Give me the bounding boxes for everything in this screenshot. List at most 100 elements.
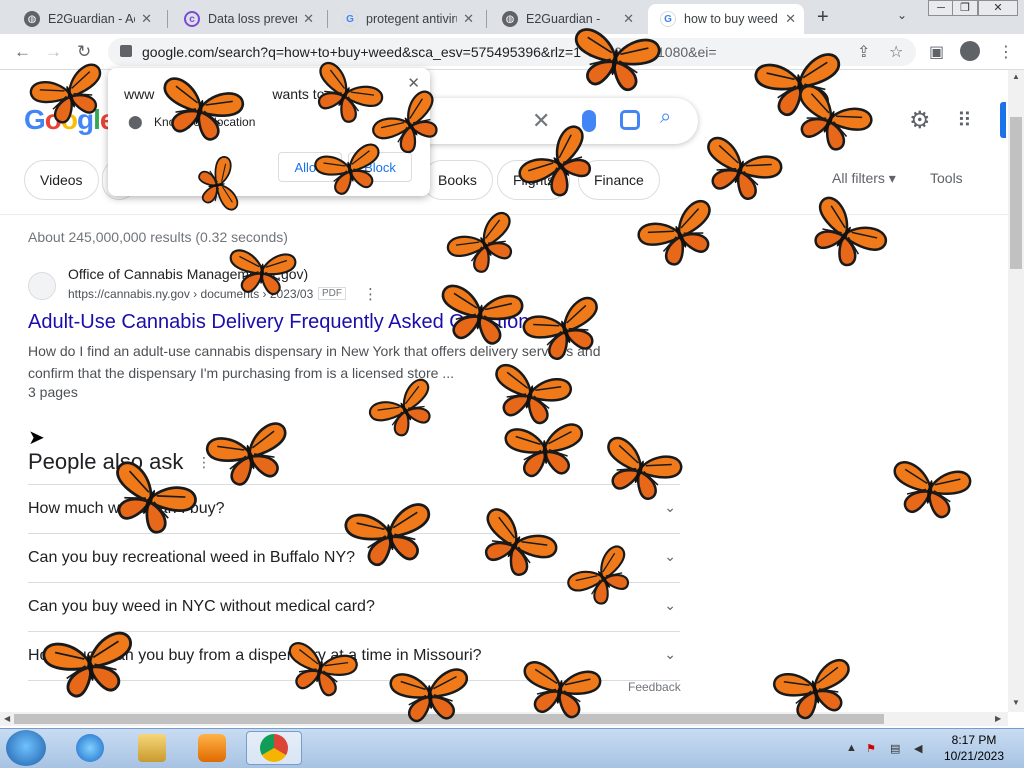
google-lens-icon[interactable] [620, 110, 640, 130]
block-button[interactable]: Block [348, 152, 412, 182]
clock-date: 10/21/2023 [943, 749, 1005, 763]
taskbar-internet-explorer[interactable] [62, 731, 118, 765]
tray-network-icon[interactable]: ▤ [890, 742, 900, 755]
paa-question-text: How much weed can I buy? [28, 500, 225, 517]
gear-icon[interactable]: ⚙ [909, 106, 931, 135]
tray-flag-icon[interactable]: ⚑ [866, 742, 876, 755]
tab-protegent[interactable]: G protegent antiviru ✕ [330, 4, 482, 34]
taskbar-file-explorer[interactable] [124, 731, 180, 765]
taskbar-clock[interactable]: 8:17 PM 10/21/2023 [936, 732, 1012, 764]
close-icon[interactable]: ✕ [785, 11, 796, 27]
globe-icon: ◍ [24, 11, 40, 27]
paa-question[interactable]: How much weed can I buy? ⌄ [28, 484, 680, 533]
allow-button[interactable]: Allow [278, 152, 342, 182]
paa-divider [28, 680, 680, 681]
result-more-icon[interactable]: ⋮ [363, 285, 378, 303]
google-icon: G [342, 11, 358, 27]
share-icon[interactable]: ⇪ [857, 42, 870, 62]
result-stats: About 245,000,000 results (0.32 seconds) [28, 229, 288, 245]
result-site-name[interactable]: Office of Cannabis Management (.gov) [68, 266, 308, 282]
forward-icon[interactable]: → [45, 42, 62, 62]
start-button[interactable] [6, 730, 46, 766]
result-url[interactable]: https://cannabis.ny.gov › documents › 20… [68, 287, 313, 301]
clear-search-icon[interactable]: ✕ [532, 108, 550, 134]
kebab-menu-icon[interactable]: ⋮ [998, 42, 1014, 62]
back-icon[interactable]: ← [14, 42, 31, 62]
all-filters-button[interactable]: All filters ▾ [832, 170, 896, 187]
close-icon[interactable]: ✕ [141, 11, 152, 27]
reload-icon[interactable]: ↻ [77, 42, 91, 62]
tab-e2guardian-1[interactable]: ◍ E2Guardian - Acce ✕ [12, 4, 160, 34]
paa-question[interactable]: Can you buy recreational weed in Buffalo… [28, 533, 680, 582]
location-pin-icon: ⬤ [128, 114, 143, 129]
microphone-icon[interactable] [582, 110, 596, 132]
tab-e2guardian-2[interactable]: ◍ E2Guardian - ✕ [490, 4, 642, 34]
header-divider [0, 214, 1008, 215]
feedback-link[interactable]: Feedback [628, 680, 681, 694]
tab-divider [167, 10, 168, 28]
popup-title-prefix: www [124, 86, 155, 102]
close-icon[interactable]: ✕ [463, 11, 474, 27]
chip-finance[interactable]: Finance [578, 160, 660, 200]
close-window-button[interactable]: ✕ [978, 0, 1018, 16]
paa-question[interactable]: Can you buy weed in NYC without medical … [28, 582, 680, 631]
tab-how-to-buy-weed[interactable]: G how to buy weed ✕ [648, 4, 804, 34]
close-icon[interactable]: ✕ [407, 74, 420, 92]
paa-question-text: Can you buy recreational weed in Buffalo… [28, 549, 356, 566]
scroll-right-arrow-icon[interactable]: ▶ [995, 714, 1001, 723]
scroll-up-arrow-icon[interactable]: ▲ [1012, 72, 1020, 81]
new-tab-button[interactable]: + [817, 6, 829, 29]
scroll-down-arrow-icon[interactable]: ▼ [1012, 698, 1020, 707]
globe-icon: ◍ [502, 11, 518, 27]
bookmark-star-icon[interactable]: ☆ [889, 42, 903, 62]
mouse-cursor-icon: ➤ [28, 427, 45, 449]
vertical-scroll-thumb[interactable] [1010, 117, 1022, 269]
chip-flights[interactable]: Flights [497, 160, 571, 200]
search-icon[interactable]: ⌕ [660, 106, 671, 129]
result-title-link[interactable]: Adult-Use Cannabis Delivery Frequently A… [28, 311, 539, 334]
sign-in-button[interactable] [1000, 102, 1006, 138]
media-player-icon [198, 734, 226, 762]
address-url-tail: US1080US1080&ei= [586, 44, 717, 60]
site-favicon [28, 272, 56, 300]
clock-time: 8:17 PM [951, 733, 997, 747]
paa-question[interactable]: How much can you buy from a dispensary a… [28, 631, 680, 680]
google-icon: G [660, 11, 676, 27]
lock-icon [120, 45, 132, 57]
tab-divider [486, 10, 487, 28]
horizontal-scroll-thumb[interactable] [14, 714, 884, 724]
chevron-down-icon: ⌄ [664, 597, 676, 613]
close-icon[interactable]: ✕ [623, 11, 634, 27]
chevron-down-icon: ⌄ [664, 499, 676, 515]
all-filters-label: All filters [832, 170, 885, 186]
profile-avatar[interactable] [960, 41, 980, 61]
chevron-down-icon: ⌄ [664, 548, 676, 564]
location-permission-popup: www wants to ✕ ⬤ Know your location Allow… [108, 68, 430, 196]
taskbar-chrome[interactable] [246, 731, 302, 765]
side-panel-icon[interactable]: ▣ [929, 42, 944, 62]
popup-title-suffix: wants to [272, 86, 325, 102]
tab-title: E2Guardian - Acce [48, 12, 135, 26]
paa-heading: People also ask [28, 449, 184, 474]
tray-expand-icon[interactable]: ▲ [846, 742, 857, 754]
tools-button[interactable]: Tools [930, 170, 963, 186]
taskbar-media-player[interactable] [184, 731, 240, 765]
tab-search-chevron-icon[interactable]: ⌄ [897, 8, 907, 22]
popup-permission-text: Know your location [154, 115, 256, 129]
maximize-button[interactable]: ❐ [952, 0, 978, 16]
google-logo[interactable]: Google [24, 104, 115, 136]
chip-videos[interactable]: Videos [24, 160, 99, 200]
address-bar[interactable]: google.com/search?q=how+to+buy+weed&sca_… [108, 38, 916, 66]
tab-data-loss[interactable]: c Data loss prevent ✕ [172, 4, 322, 34]
google-apps-icon[interactable]: ⠿ [957, 108, 972, 133]
popup-title: www wants to [124, 86, 324, 102]
result-pages: 3 pages [28, 384, 78, 400]
close-icon[interactable]: ✕ [303, 11, 314, 27]
tab-divider [327, 10, 328, 28]
minimize-button[interactable]: ─ [928, 0, 954, 16]
chip-books[interactable]: Books [422, 160, 493, 200]
paa-more-icon[interactable]: ⋮ [197, 454, 211, 471]
tray-volume-icon[interactable]: ◀ [914, 742, 922, 755]
scroll-left-arrow-icon[interactable]: ◀ [4, 714, 10, 723]
tab-title: how to buy weed [684, 12, 778, 26]
